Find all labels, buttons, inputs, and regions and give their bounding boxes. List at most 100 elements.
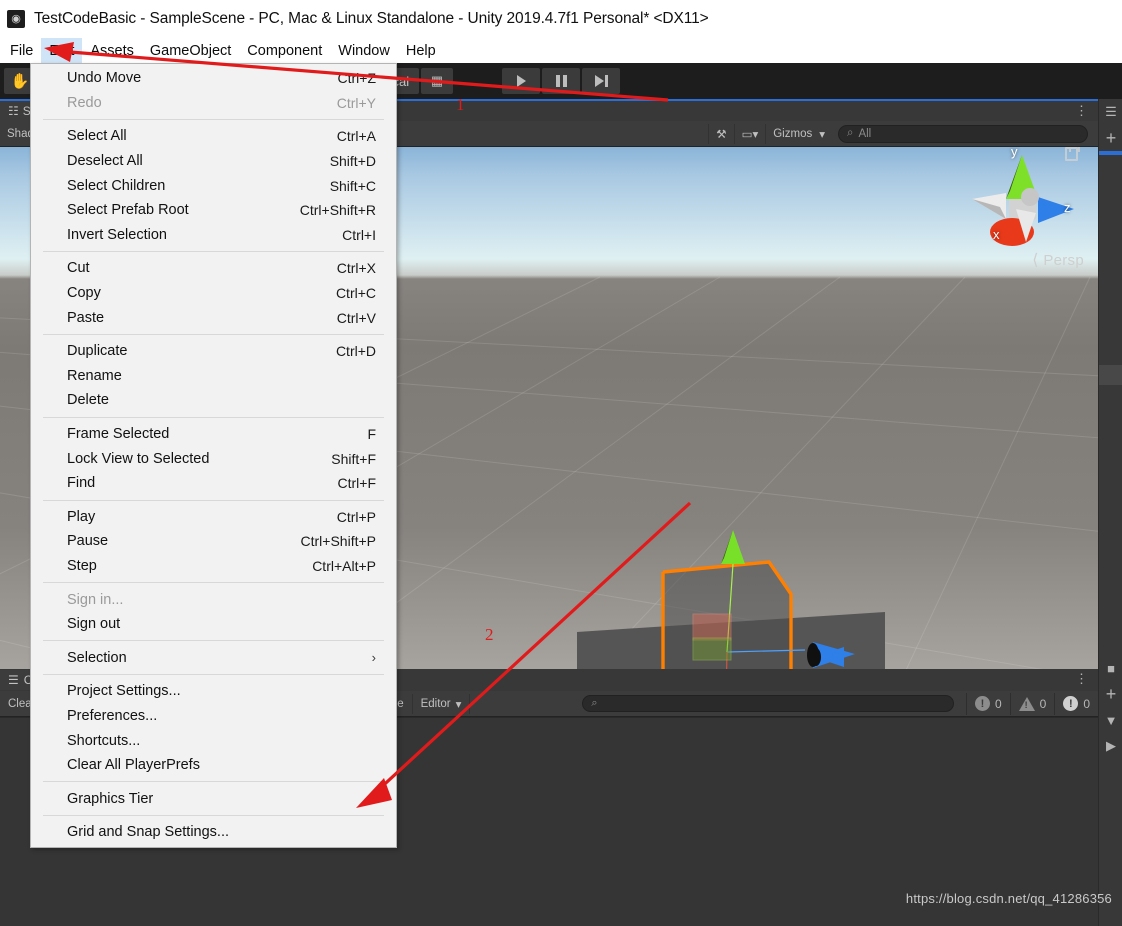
menuitem-delete[interactable]: Delete [31,388,396,413]
gizmo-y-arrow [721,530,745,564]
chevron-right-icon: › [372,791,376,806]
menuitem-find[interactable]: Find Ctrl+F [31,471,396,496]
console-search-input[interactable]: ⌕ [582,695,954,712]
watermark-text: https://blog.csdn.net/qq_41286356 [906,891,1112,906]
menu-separator [43,640,384,641]
menu-help[interactable]: Help [398,38,444,63]
menuitem-redo[interactable]: Redo Ctrl+Y [31,91,396,116]
error-icon: ! [975,696,990,711]
collapse-triangle-icon[interactable]: ▼ [1099,707,1122,733]
menu-gameobject[interactable]: GameObject [142,38,239,63]
menuitem-rename[interactable]: Rename [31,364,396,389]
pause-button[interactable] [542,68,580,94]
gizmo-projection-label[interactable]: ⟨ Persp [1032,250,1084,270]
menu-separator [43,417,384,418]
step-icon [595,75,608,87]
info-icon: ! [1063,696,1078,711]
gizmo-z-label: z [1064,200,1071,215]
expand-triangle-icon[interactable]: ▶ [1099,733,1122,759]
menuitem-paste[interactable]: Paste Ctrl+V [31,305,396,330]
edit-dropdown-menu: Undo Move Ctrl+Z Redo Ctrl+Y Select All … [30,63,397,848]
unity-icon: ◉ [7,10,25,28]
console-error-counter[interactable]: ! 0 [966,693,1010,715]
menuitem-deselect-all[interactable]: Deselect All Shift+D [31,149,396,174]
menu-assets[interactable]: Assets [82,38,142,63]
menu-separator [43,582,384,583]
add-component-icon[interactable]: + [1099,681,1122,707]
menuitem-select-all[interactable]: Select All Ctrl+A [31,124,396,149]
scene-grid-icon: ☷ [8,104,19,118]
chevron-down-icon: ▾ [456,697,462,711]
menu-separator [43,119,384,120]
menuitem-preferences[interactable]: Preferences... [31,704,396,729]
window-titlebar: ◉ TestCodeBasic - SampleScene - PC, Mac … [0,0,1122,38]
play-button[interactable] [502,68,540,94]
menuitem-grid-and-snap-settings[interactable]: Grid and Snap Settings... [31,820,396,845]
menuitem-undo-move[interactable]: Undo Move Ctrl+Z [31,66,396,91]
menu-separator [43,781,384,782]
menubar: File Edit Assets GameObject Component Wi… [0,38,1122,63]
menuitem-shortcuts[interactable]: Shortcuts... [31,728,396,753]
menuitem-selection[interactable]: Selection › [31,645,396,670]
menuitem-play[interactable]: Play Ctrl+P [31,505,396,530]
gizmos-dropdown[interactable]: Gizmos ▾ [765,124,832,144]
menu-separator [43,334,384,335]
step-button[interactable] [582,68,620,94]
console-mode-dropdown[interactable]: Editor ▾ [413,694,471,714]
menu-file[interactable]: File [2,38,41,63]
menu-component[interactable]: Component [239,38,330,63]
menu-separator [43,251,384,252]
inspector-square-icon[interactable]: ■ [1099,655,1122,681]
menuitem-clear-all-playerprefs[interactable]: Clear All PlayerPrefs [31,753,396,778]
menu-separator [43,674,384,675]
annotation-marker-1: 1 [456,95,465,115]
menuitem-graphics-tier[interactable]: Graphics Tier › [31,786,396,811]
gizmo-x-label: x [993,227,1000,242]
search-icon: ⌕ [847,127,853,140]
chevron-right-icon: › [372,650,376,665]
menu-separator [43,500,384,501]
scene-search-placeholder: All [858,128,871,140]
annotation-marker-2: 2 [485,625,494,645]
console-warning-counter[interactable]: 0 [1010,693,1055,715]
window-title: TestCodeBasic - SampleScene - PC, Mac & … [34,10,709,28]
lock-icon[interactable] [1065,147,1078,161]
gizmo-xy-plane [693,614,731,640]
menuitem-copy[interactable]: Copy Ctrl+C [31,281,396,306]
scene-camera-icon[interactable]: ▭▾ [734,124,766,144]
menuitem-select-prefab-root[interactable]: Select Prefab Root Ctrl+Shift+R [31,198,396,223]
search-icon: ⌕ [591,697,597,710]
gizmo-yz-plane [693,638,731,660]
menu-window[interactable]: Window [330,38,398,63]
hand-icon: ✋ [11,72,30,90]
light-gizmo[interactable] [810,642,860,669]
menuitem-frame-selected[interactable]: Frame Selected F [31,422,396,447]
menuitem-select-children[interactable]: Select Children Shift+C [31,173,396,198]
menuitem-project-settings[interactable]: Project Settings... [31,679,396,704]
pause-icon [556,75,567,87]
menuitem-sign-out[interactable]: Sign out [31,612,396,637]
menuitem-sign-in[interactable]: Sign in... [31,587,396,612]
right-side-panel: ☰ + ■ + ▼ ▶ [1098,99,1122,926]
scene-effects-icon[interactable]: ⚒ [708,124,733,144]
gizmos-label: Gizmos [773,128,812,140]
console-info-counter[interactable]: ! 0 [1054,693,1098,715]
hierarchy-list-icon[interactable]: ☰ [1099,99,1122,125]
gizmo-y-label: y [1011,147,1018,159]
menu-separator [43,815,384,816]
menu-edit[interactable]: Edit [41,38,82,63]
chevron-down-icon: ▾ [819,127,825,141]
menuitem-step[interactable]: Step Ctrl+Alt+P [31,554,396,579]
console-kebab-menu-icon[interactable]: ⋮ [1075,671,1088,687]
add-object-icon[interactable]: + [1099,125,1122,151]
menuitem-pause[interactable]: Pause Ctrl+Shift+P [31,529,396,554]
scene-search-input[interactable]: ⌕ All [838,125,1088,143]
menuitem-duplicate[interactable]: Duplicate Ctrl+D [31,339,396,364]
selected-cube-object[interactable] [555,522,975,669]
kebab-menu-icon[interactable]: ⋮ [1075,103,1088,119]
grid-snap-icon[interactable]: ▦ [421,68,453,94]
menuitem-cut[interactable]: Cut Ctrl+X [31,256,396,281]
menuitem-lock-view-to-selected[interactable]: Lock View to Selected Shift+F [31,446,396,471]
warning-icon [1019,697,1035,711]
menuitem-invert-selection[interactable]: Invert Selection Ctrl+I [31,223,396,248]
